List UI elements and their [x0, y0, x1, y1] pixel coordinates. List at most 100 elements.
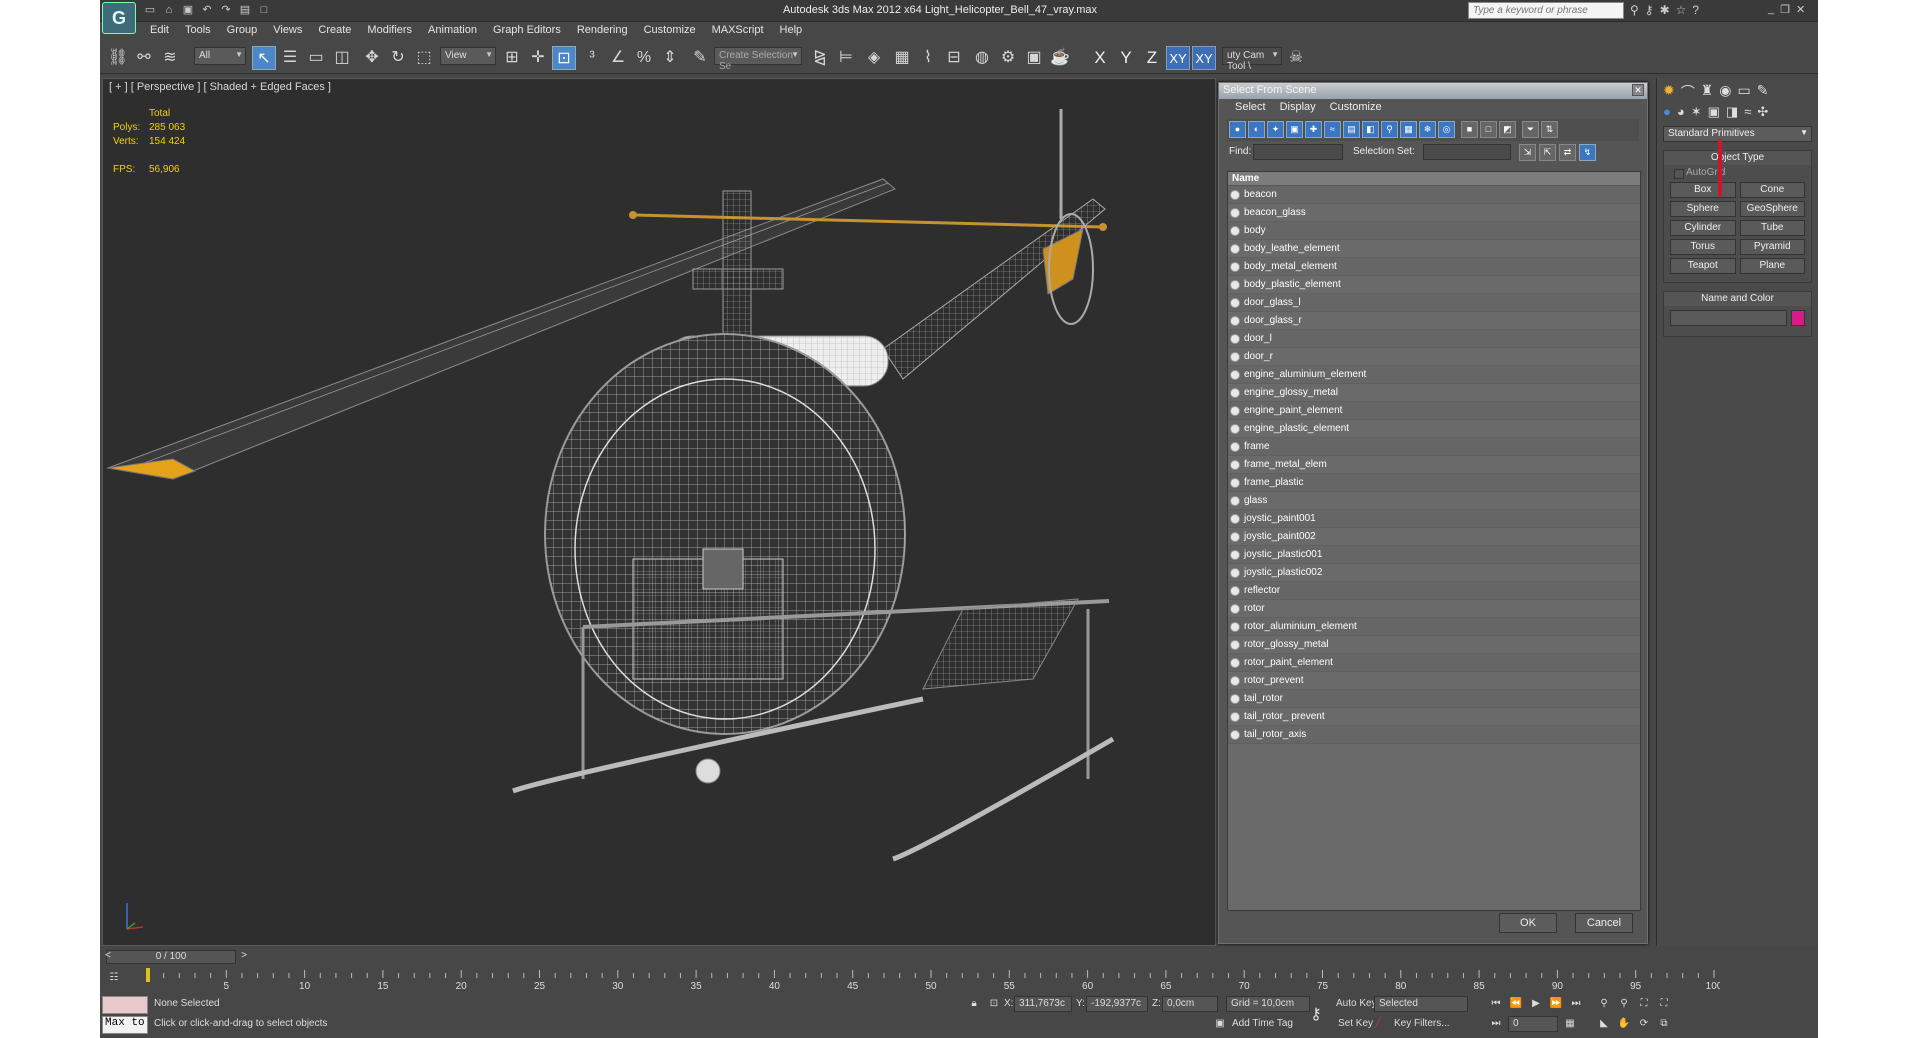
spacewarps-icon[interactable]: ≈ [1744, 104, 1751, 122]
display-lights-icon[interactable]: ✦ [1267, 121, 1284, 138]
object-type-header[interactable]: Object Type [1664, 151, 1811, 165]
play-icon[interactable]: ▶ [1528, 998, 1544, 1012]
timeline-ruler[interactable]: 5 10 15 20 25 30 35 40 45 50 55 60 65 70 75 80 85 90 95 100 [142, 968, 1720, 992]
time-prev-icon[interactable]: < [100, 950, 116, 964]
trackbar-menu-icon[interactable]: ☷ [106, 972, 122, 986]
display-frozen-icon[interactable]: ❄ [1419, 121, 1436, 138]
dialog-menu-display[interactable]: Display [1274, 99, 1322, 117]
object-row[interactable]: door_glass_l [1228, 294, 1640, 312]
display-spacewarps-icon[interactable]: ≈ [1324, 121, 1341, 138]
systems-icon[interactable]: ✣ [1757, 104, 1768, 122]
selection-set-dropdown[interactable] [1423, 144, 1511, 160]
bind-space-warp-icon[interactable]: ≋ [158, 46, 182, 70]
object-row[interactable]: body_metal_element [1228, 258, 1640, 276]
object-row[interactable]: frame_plastic [1228, 474, 1640, 492]
minimize-icon[interactable]: _ [1768, 3, 1774, 16]
lights-icon[interactable]: ✶ [1691, 104, 1702, 122]
key-filters-button[interactable]: Key Filters... [1394, 1018, 1450, 1029]
y-coord-field[interactable]: -192,9377c [1086, 996, 1148, 1012]
next-frame-icon[interactable]: ⏩ [1548, 998, 1564, 1012]
dialog-menu-select[interactable]: Select [1229, 99, 1272, 117]
motion-tab-icon[interactable]: ◉ [1719, 82, 1731, 98]
object-row[interactable]: body_plastic_element [1228, 276, 1640, 294]
layer-manager-icon[interactable]: ◈ [862, 46, 886, 70]
render-icon[interactable]: ☕ [1048, 46, 1072, 70]
cameras-icon[interactable]: ▣ [1708, 104, 1720, 122]
name-and-color-header[interactable]: Name and Color [1664, 292, 1811, 306]
search-input[interactable]: Type a keyword or phrase [1468, 2, 1624, 19]
key-icon[interactable]: ⚷ [1645, 3, 1654, 17]
display-xrefs-icon[interactable]: ◧ [1362, 121, 1379, 138]
object-row[interactable]: glass [1228, 492, 1640, 510]
torus-button[interactable]: Torus [1670, 239, 1736, 255]
display-all-icon[interactable]: ■ [1461, 121, 1478, 138]
object-row[interactable]: body_leathe_element [1228, 240, 1640, 258]
display-cameras-icon[interactable]: ▣ [1286, 121, 1303, 138]
time-config-icon[interactable]: ▦ [1562, 1018, 1578, 1032]
display-helpers-icon[interactable]: ✚ [1305, 121, 1322, 138]
absolute-mode-icon[interactable]: ⊡ [986, 998, 1002, 1012]
display-none-icon[interactable]: □ [1480, 121, 1497, 138]
previous-frame-icon[interactable]: ⏪ [1508, 998, 1524, 1012]
zoom-extents-all-icon[interactable]: ⛶ [1656, 998, 1672, 1012]
lock-selection-icon[interactable]: 🔒︎ [966, 998, 982, 1012]
mirror-icon[interactable]: ⧎ [808, 46, 832, 70]
pan-icon[interactable]: ✋ [1616, 1018, 1632, 1032]
named-selection-sets-dropdown[interactable]: Create Selection Se [714, 47, 802, 72]
binoculars-icon[interactable]: ⚲ [1630, 3, 1639, 17]
pivot-icon[interactable]: ⊞ [500, 46, 524, 70]
object-row[interactable]: body [1228, 222, 1640, 240]
object-row[interactable]: beacon [1228, 186, 1640, 204]
maxscript-listener-pink[interactable] [102, 996, 148, 1014]
modify-tab-icon[interactable]: ⌒ [1681, 82, 1695, 100]
selection-filter-dropdown[interactable]: All [194, 47, 246, 65]
add-time-tag[interactable]: Add Time Tag [1232, 1018, 1293, 1029]
object-row[interactable]: tail_rotor_axis [1228, 726, 1640, 744]
ok-button[interactable]: OK [1499, 913, 1557, 933]
scale-icon[interactable]: ⬚ [412, 46, 436, 70]
select-children-icon[interactable]: ⇲ [1519, 144, 1536, 161]
object-row[interactable]: rotor_aluminium_element [1228, 618, 1640, 636]
time-cursor[interactable] [146, 968, 150, 982]
cancel-button[interactable]: Cancel [1575, 913, 1633, 933]
select-by-name-icon[interactable]: ☰ [278, 46, 302, 70]
object-row[interactable]: joystic_paint001 [1228, 510, 1640, 528]
window-crossing-icon[interactable]: ◫ [330, 46, 354, 70]
current-frame-field[interactable]: 0 [1508, 1016, 1558, 1032]
select-dependents-icon[interactable]: ⇱ [1539, 144, 1556, 161]
set-key-icon[interactable]: ╱ [1370, 1018, 1386, 1032]
object-row[interactable]: reflector [1228, 582, 1640, 600]
object-name-input[interactable] [1670, 310, 1787, 326]
teapot-button[interactable]: Teapot [1670, 258, 1736, 274]
x-coord-field[interactable]: 311,7673c [1014, 996, 1072, 1012]
hierarchy-tab-icon[interactable]: ♜ [1701, 82, 1714, 98]
menu-tools[interactable]: Tools [177, 22, 219, 40]
key-mode-dropdown[interactable]: Selected [1374, 996, 1468, 1012]
object-row[interactable]: door_l [1228, 330, 1640, 348]
utilities-tab-icon[interactable]: ✎ [1757, 82, 1769, 98]
menu-group[interactable]: Group [219, 22, 266, 40]
rotate-icon[interactable]: ↻ [386, 46, 410, 70]
object-row[interactable]: engine_glossy_metal [1228, 384, 1640, 402]
spinner-snap-icon[interactable]: ⇕ [658, 46, 682, 70]
cam-tool-field[interactable]: uty Cam Tool \ [1222, 47, 1282, 72]
tube-button[interactable]: Tube [1739, 220, 1805, 236]
box-button[interactable]: Box [1670, 182, 1736, 198]
link-icon[interactable]: ⛓ [106, 46, 130, 70]
rendered-frame-icon[interactable]: ▣ [1022, 46, 1046, 70]
create-tab-icon[interactable]: ✹ [1663, 82, 1675, 98]
object-row[interactable]: rotor_prevent [1228, 672, 1640, 690]
helpers-icon[interactable]: ◨ [1726, 104, 1738, 122]
graphite-tools-icon[interactable]: ▦ [890, 46, 914, 70]
viewport-label[interactable]: [ + ] [ Perspective ] [ Shaded + Edged F… [109, 81, 331, 93]
go-to-end-icon[interactable]: ⏭ [1568, 998, 1584, 1012]
find-input[interactable] [1253, 144, 1343, 160]
object-row[interactable]: engine_paint_element [1228, 402, 1640, 420]
display-invert-icon[interactable]: ◩ [1499, 121, 1516, 138]
communication-icon[interactable]: ✱ [1660, 3, 1670, 17]
object-row[interactable]: beacon_glass [1228, 204, 1640, 222]
material-editor-icon[interactable]: ◍ [970, 46, 994, 70]
filter-sort-icon[interactable]: ⇅ [1541, 121, 1558, 138]
object-row[interactable]: engine_aluminium_element [1228, 366, 1640, 384]
object-row[interactable]: tail_rotor [1228, 690, 1640, 708]
